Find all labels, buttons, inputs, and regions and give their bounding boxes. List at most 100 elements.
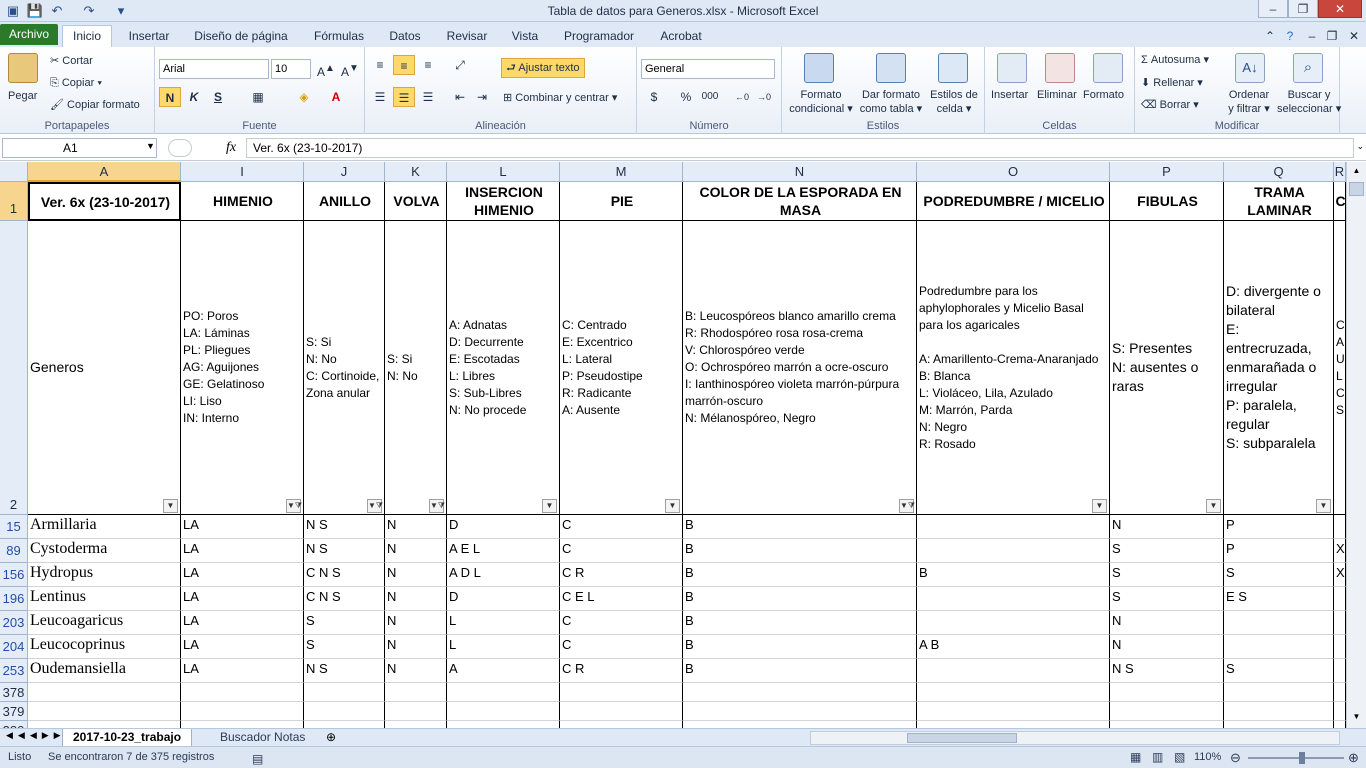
fill-color-icon[interactable]: ◈ bbox=[293, 87, 315, 107]
header-cell[interactable]: VOLVA bbox=[385, 182, 447, 221]
vertical-scroll-thumb[interactable] bbox=[1349, 182, 1364, 196]
tab-vista[interactable]: Vista bbox=[504, 26, 546, 46]
doc-restore-icon[interactable]: ❐ bbox=[1324, 26, 1340, 46]
table-cell[interactable]: B bbox=[683, 515, 917, 539]
column-header-p[interactable]: P bbox=[1110, 162, 1224, 182]
genus-cell[interactable]: Lentinus bbox=[28, 587, 181, 611]
copy-button[interactable]: ⎘ Copiar ▾ bbox=[50, 76, 102, 90]
table-cell[interactable]: LA bbox=[181, 587, 304, 611]
empty-cell[interactable] bbox=[917, 702, 1110, 721]
fx-button[interactable]: fx bbox=[226, 140, 236, 156]
table-cell[interactable]: S bbox=[304, 635, 385, 659]
column-header-m[interactable]: M bbox=[560, 162, 683, 182]
header-cell[interactable]: PODREDUMBRE / MICELIO bbox=[917, 182, 1110, 221]
empty-cell[interactable] bbox=[560, 683, 683, 702]
binoculars-icon[interactable]: ⌕ bbox=[1293, 53, 1323, 83]
column-header-q[interactable]: Q bbox=[1224, 162, 1334, 182]
table-cell[interactable]: D bbox=[447, 587, 560, 611]
empty-cell[interactable] bbox=[1110, 683, 1224, 702]
table-cell[interactable]: B bbox=[683, 611, 917, 635]
table-cell[interactable]: B bbox=[683, 635, 917, 659]
table-cell[interactable]: E S bbox=[1224, 587, 1334, 611]
expand-formula-icon[interactable]: ⌄ bbox=[1356, 141, 1364, 152]
header-cell[interactable]: ANILLO bbox=[304, 182, 385, 221]
scroll-up-icon[interactable]: ▲ bbox=[1349, 164, 1364, 178]
legend-cell[interactable]: A: Adnatas D: Decurrente E: Escotadas L:… bbox=[447, 221, 560, 515]
fill-button[interactable]: ⬇ Rellenar ▾ bbox=[1141, 76, 1203, 90]
zoom-out-icon[interactable]: ⊖ bbox=[1230, 747, 1241, 768]
header-cell[interactable]: HIMENIO bbox=[181, 182, 304, 221]
table-cell[interactable]: A B bbox=[917, 635, 1110, 659]
filter-dropdown-icon[interactable]: ▼ bbox=[665, 499, 680, 513]
row-header[interactable]: 196 bbox=[0, 587, 28, 611]
row-header[interactable]: 253 bbox=[0, 659, 28, 683]
table-cell[interactable]: S bbox=[1224, 659, 1334, 683]
help-icon[interactable]: ? bbox=[1282, 26, 1298, 46]
zoom-slider-thumb[interactable] bbox=[1299, 752, 1305, 764]
sheet-tab[interactable]: Buscador Notas bbox=[210, 729, 315, 747]
page-break-preview-icon[interactable]: ▧ bbox=[1174, 747, 1185, 768]
table-cell[interactable]: C bbox=[560, 515, 683, 539]
table-cell[interactable]: N S bbox=[304, 659, 385, 683]
empty-cell[interactable] bbox=[447, 683, 560, 702]
name-box[interactable]: A1 bbox=[2, 138, 157, 158]
table-cell[interactable] bbox=[917, 515, 1110, 539]
format-cells-icon[interactable] bbox=[1093, 53, 1123, 83]
formula-bar-handle-icon[interactable] bbox=[168, 139, 192, 157]
empty-cell[interactable] bbox=[304, 721, 385, 728]
table-cell[interactable] bbox=[1334, 635, 1346, 659]
table-cell[interactable]: N bbox=[385, 563, 447, 587]
column-header-i[interactable]: I bbox=[181, 162, 304, 182]
table-cell[interactable]: C bbox=[560, 539, 683, 563]
find-select-button[interactable]: Buscar y seleccionar ▾ bbox=[1277, 88, 1341, 116]
empty-cell[interactable] bbox=[560, 702, 683, 721]
table-cell[interactable]: S bbox=[1110, 587, 1224, 611]
autosum-button[interactable]: Σ Autosuma ▾ bbox=[1141, 53, 1209, 67]
scroll-down-icon[interactable]: ▼ bbox=[1349, 710, 1364, 724]
row-header[interactable]: 1 bbox=[0, 182, 28, 221]
genus-cell[interactable]: Hydropus bbox=[28, 563, 181, 587]
format-painter-button[interactable]: 🖌 Copiar formato bbox=[50, 98, 140, 112]
tab-revisar[interactable]: Revisar bbox=[440, 26, 494, 46]
filter-active-icon[interactable]: ▼⧩ bbox=[286, 499, 302, 513]
table-cell[interactable]: C R bbox=[560, 659, 683, 683]
row-header[interactable]: 2 bbox=[0, 221, 28, 515]
paste-icon[interactable] bbox=[8, 53, 38, 83]
genus-cell[interactable]: Armillaria bbox=[28, 515, 181, 539]
select-all-corner[interactable] bbox=[0, 162, 28, 182]
underline-button[interactable]: S bbox=[207, 87, 229, 107]
table-cell[interactable]: L bbox=[447, 635, 560, 659]
table-cell[interactable]: N bbox=[385, 635, 447, 659]
table-cell[interactable] bbox=[1334, 659, 1346, 683]
thousands-button[interactable]: 000 bbox=[699, 87, 721, 107]
table-cell[interactable]: B bbox=[683, 587, 917, 611]
filter-active-icon[interactable]: ▼⧩ bbox=[429, 499, 445, 513]
table-cell[interactable]: B bbox=[917, 563, 1110, 587]
align-left-icon[interactable]: ☰ bbox=[369, 87, 391, 107]
name-box-dropdown-icon[interactable]: ▼ bbox=[146, 141, 155, 151]
macro-record-icon[interactable]: ▤ bbox=[252, 749, 263, 770]
column-header-a[interactable]: A bbox=[28, 162, 181, 182]
align-right-icon[interactable]: ☰ bbox=[417, 87, 439, 107]
tab-inicio[interactable]: Inicio bbox=[62, 25, 112, 47]
conditional-format-icon[interactable] bbox=[804, 53, 834, 83]
table-cell[interactable] bbox=[1224, 635, 1334, 659]
filter-dropdown-icon[interactable]: ▼ bbox=[542, 499, 557, 513]
close-button[interactable]: ✕ bbox=[1318, 0, 1362, 18]
formula-input[interactable]: Ver. 6x (23-10-2017) bbox=[246, 138, 1354, 158]
orientation-icon[interactable]: ⤢ bbox=[449, 55, 471, 75]
table-cell[interactable]: N bbox=[385, 611, 447, 635]
row-header[interactable]: 203 bbox=[0, 611, 28, 635]
empty-cell[interactable] bbox=[683, 683, 917, 702]
table-cell[interactable]: L bbox=[447, 611, 560, 635]
table-cell[interactable]: N bbox=[1110, 611, 1224, 635]
empty-cell[interactable] bbox=[1224, 683, 1334, 702]
filter-dropdown-icon[interactable]: ▼ bbox=[1316, 499, 1331, 513]
row-header[interactable]: 156 bbox=[0, 563, 28, 587]
column-header-n[interactable]: N bbox=[683, 162, 917, 182]
empty-cell[interactable] bbox=[447, 721, 560, 728]
table-cell[interactable]: S bbox=[1224, 563, 1334, 587]
legend-cell[interactable]: S: Si N: No C: Cortinoide, Zona anular bbox=[304, 221, 385, 515]
column-header-l[interactable]: L bbox=[447, 162, 560, 182]
filter-active-icon[interactable]: ▼⧩ bbox=[367, 499, 383, 513]
